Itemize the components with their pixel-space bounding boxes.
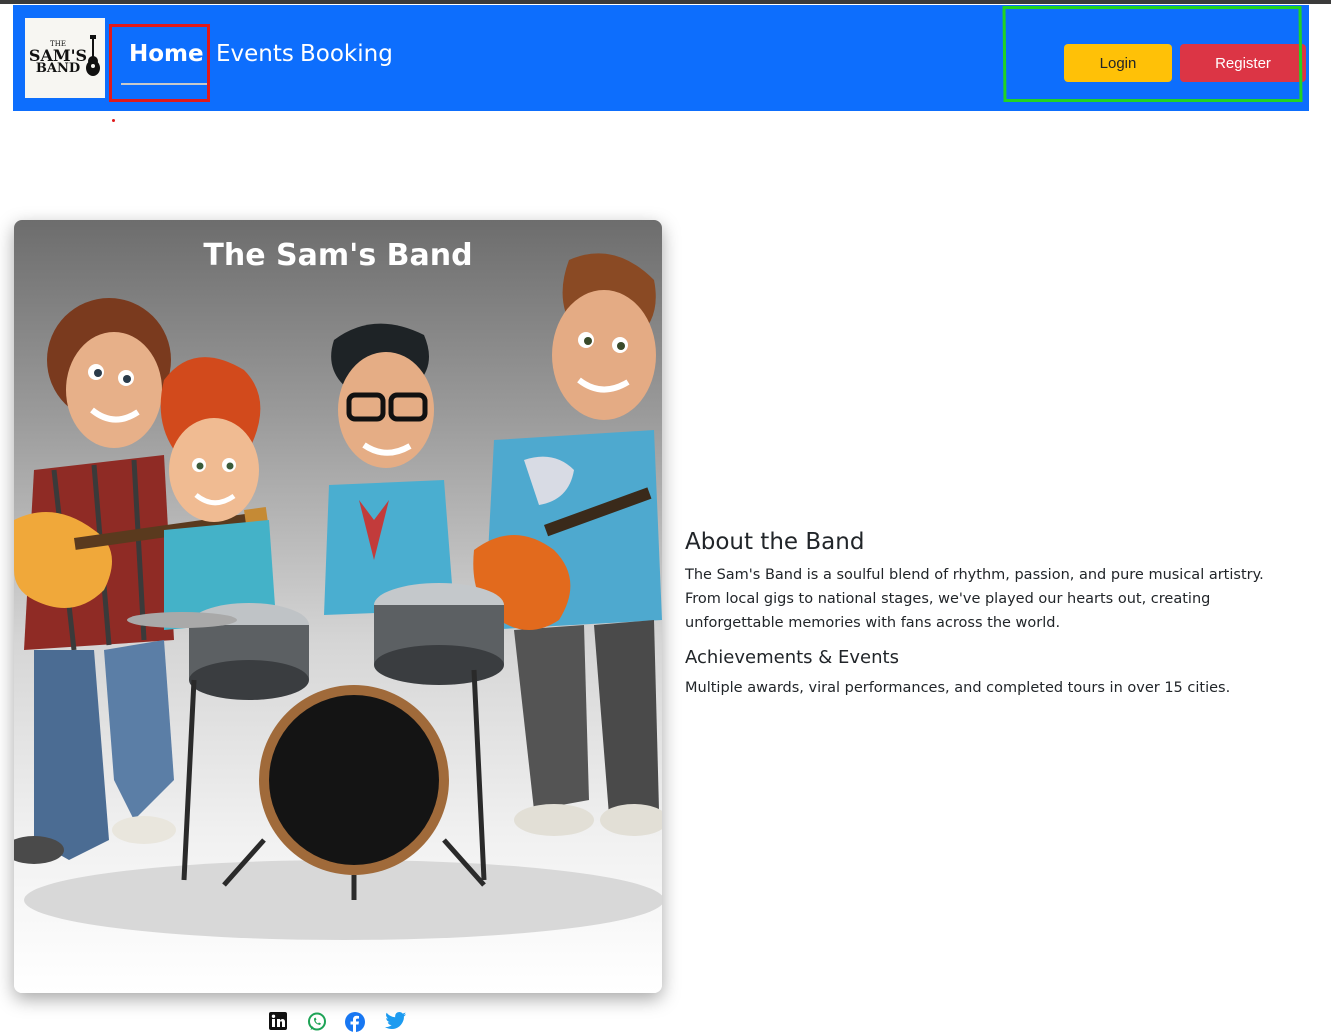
- linkedin-icon[interactable]: [269, 1012, 287, 1032]
- whatsapp-icon[interactable]: [307, 1012, 327, 1032]
- logo-line-3: BAND: [35, 60, 81, 76]
- guitar-icon: [86, 35, 101, 76]
- window-top-border: [0, 0, 1331, 4]
- band-card-title: The Sam's Band: [203, 238, 473, 273]
- nav-events[interactable]: Events: [216, 41, 294, 67]
- achievements-heading: Achievements & Events: [685, 647, 899, 668]
- about-heading: About the Band: [685, 529, 865, 555]
- achievements-text: Multiple awards, viral performances, and…: [685, 680, 1231, 696]
- facebook-icon[interactable]: [345, 1012, 365, 1032]
- about-section: About the Band The Sam's Band is a soulf…: [685, 529, 1295, 700]
- annotation-green-box: [1002, 6, 1303, 102]
- about-text: The Sam's Band is a soulful blend of rhy…: [685, 567, 1264, 631]
- logo-wordmark: THE SAM'S BAND: [29, 41, 87, 75]
- band-logo[interactable]: THE SAM'S BAND: [25, 18, 105, 98]
- annotation-red-dot: [112, 119, 115, 122]
- band-photo-card: The Sam's Band: [14, 220, 662, 993]
- band-illustration: [14, 253, 662, 940]
- twitter-icon[interactable]: [385, 1012, 407, 1032]
- nav-booking[interactable]: Booking: [300, 41, 393, 67]
- annotation-red-box: [109, 24, 210, 102]
